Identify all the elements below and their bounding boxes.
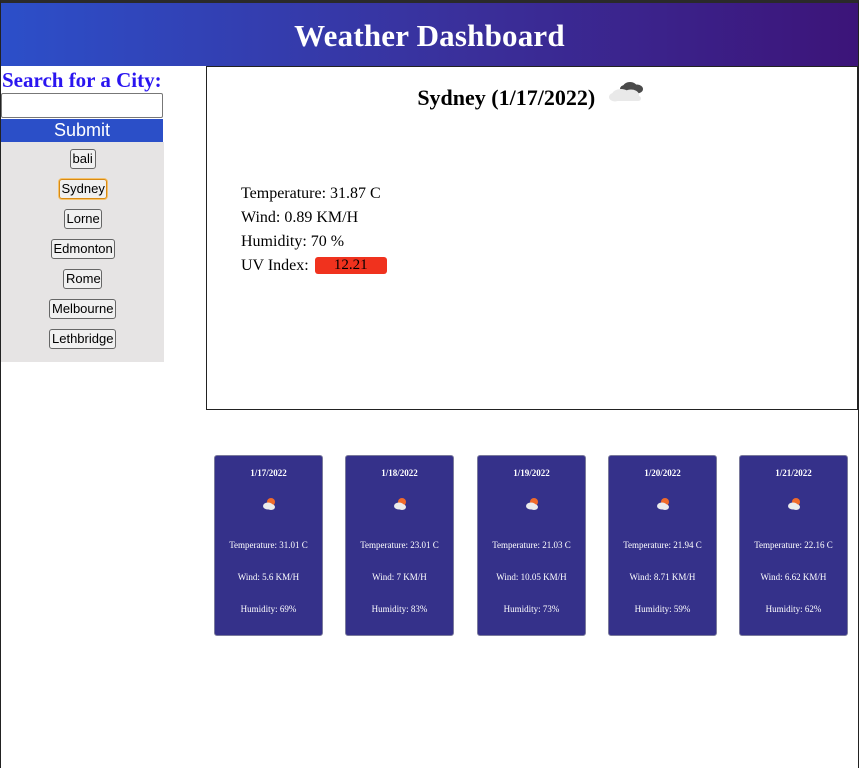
broken-clouds-icon bbox=[607, 75, 647, 111]
forecast-wind: Wind: 10.05 KM/H bbox=[496, 572, 567, 582]
forecast-card: 1/21/2022 Temperature: 22.16 C Wind: 6.6… bbox=[739, 455, 848, 636]
forecast-humidity: Humidity: 73% bbox=[503, 604, 560, 614]
uv-index-label: UV Index: bbox=[241, 257, 309, 274]
current-city-date: Sydney (1/17/2022) bbox=[417, 85, 596, 110]
history-button-bali[interactable]: bali bbox=[69, 149, 96, 169]
forecast-card: 1/20/2022 Temperature: 21.94 C Wind: 8.7… bbox=[608, 455, 717, 636]
current-uv-row: UV Index: 12.21 bbox=[241, 254, 387, 278]
forecast-temperature: Temperature: 22.16 C bbox=[754, 540, 833, 550]
partly-cloudy-day-icon bbox=[655, 496, 671, 517]
city-search-input[interactable] bbox=[1, 93, 163, 118]
forecast-date: 1/18/2022 bbox=[381, 468, 418, 478]
forecast-humidity: Humidity: 83% bbox=[371, 604, 428, 614]
current-temperature: Temperature: 31.87 C bbox=[241, 185, 381, 202]
search-history-list: bali Sydney Lorne Edmonton Rome Melbourn… bbox=[1, 142, 164, 362]
partly-cloudy-day-icon bbox=[524, 496, 540, 517]
forecast-temperature: Temperature: 21.94 C bbox=[623, 540, 702, 550]
history-button-melbourne[interactable]: Melbourne bbox=[49, 299, 116, 319]
forecast-date: 1/17/2022 bbox=[250, 468, 287, 478]
forecast-card: 1/18/2022 Temperature: 23.01 C Wind: 7 K… bbox=[345, 455, 454, 636]
forecast-temperature: Temperature: 23.01 C bbox=[360, 540, 439, 550]
forecast-wind: Wind: 8.71 KM/H bbox=[629, 572, 696, 582]
forecast-temperature: Temperature: 21.03 C bbox=[492, 540, 571, 550]
forecast-wind: Wind: 6.62 KM/H bbox=[760, 572, 827, 582]
history-button-sydney[interactable]: Sydney bbox=[58, 179, 107, 199]
forecast-date: 1/21/2022 bbox=[775, 468, 812, 478]
history-button-lethbridge[interactable]: Lethbridge bbox=[49, 329, 116, 349]
partly-cloudy-day-icon bbox=[261, 496, 277, 517]
header-bar: Weather Dashboard bbox=[1, 3, 858, 66]
forecast-wind: Wind: 7 KM/H bbox=[372, 572, 427, 582]
uv-index-badge: 12.21 bbox=[314, 257, 387, 274]
history-button-lorne[interactable]: Lorne bbox=[63, 209, 102, 229]
partly-cloudy-day-icon bbox=[786, 496, 802, 517]
forecast-humidity: Humidity: 62% bbox=[765, 604, 822, 614]
forecast-temperature: Temperature: 31.01 C bbox=[229, 540, 308, 550]
history-button-rome[interactable]: Rome bbox=[63, 269, 102, 289]
forecast-card: 1/19/2022 Temperature: 21.03 C Wind: 10.… bbox=[477, 455, 586, 636]
forecast-humidity: Humidity: 59% bbox=[634, 604, 691, 614]
current-wind: Wind: 0.89 KM/H bbox=[241, 209, 359, 226]
page: Weather Dashboard Search for a City: Sub… bbox=[0, 0, 859, 768]
search-sidebar: Search for a City: Submit bali Sydney Lo… bbox=[1, 67, 164, 362]
partly-cloudy-day-icon bbox=[392, 496, 408, 517]
page-title: Weather Dashboard bbox=[294, 17, 565, 53]
history-button-edmonton[interactable]: Edmonton bbox=[50, 239, 115, 259]
search-heading: Search for a City: bbox=[2, 68, 162, 92]
forecast-date: 1/19/2022 bbox=[513, 468, 550, 478]
current-weather-panel: Sydney (1/17/2022) Temperature: 31.87 C … bbox=[206, 66, 858, 410]
forecast-date: 1/20/2022 bbox=[644, 468, 681, 478]
current-humidity: Humidity: 70 % bbox=[241, 233, 345, 250]
current-weather-heading: Sydney (1/17/2022) bbox=[207, 81, 857, 111]
forecast-humidity: Humidity: 69% bbox=[240, 604, 297, 614]
current-weather-stats: Temperature: 31.87 C Wind: 0.89 KM/H Hum… bbox=[241, 182, 387, 278]
forecast-card: 1/17/2022 Temperature: 31.01 C Wind: 5.6… bbox=[214, 455, 323, 636]
forecast-wind: Wind: 5.6 KM/H bbox=[237, 572, 300, 582]
submit-button[interactable]: Submit bbox=[1, 119, 163, 142]
